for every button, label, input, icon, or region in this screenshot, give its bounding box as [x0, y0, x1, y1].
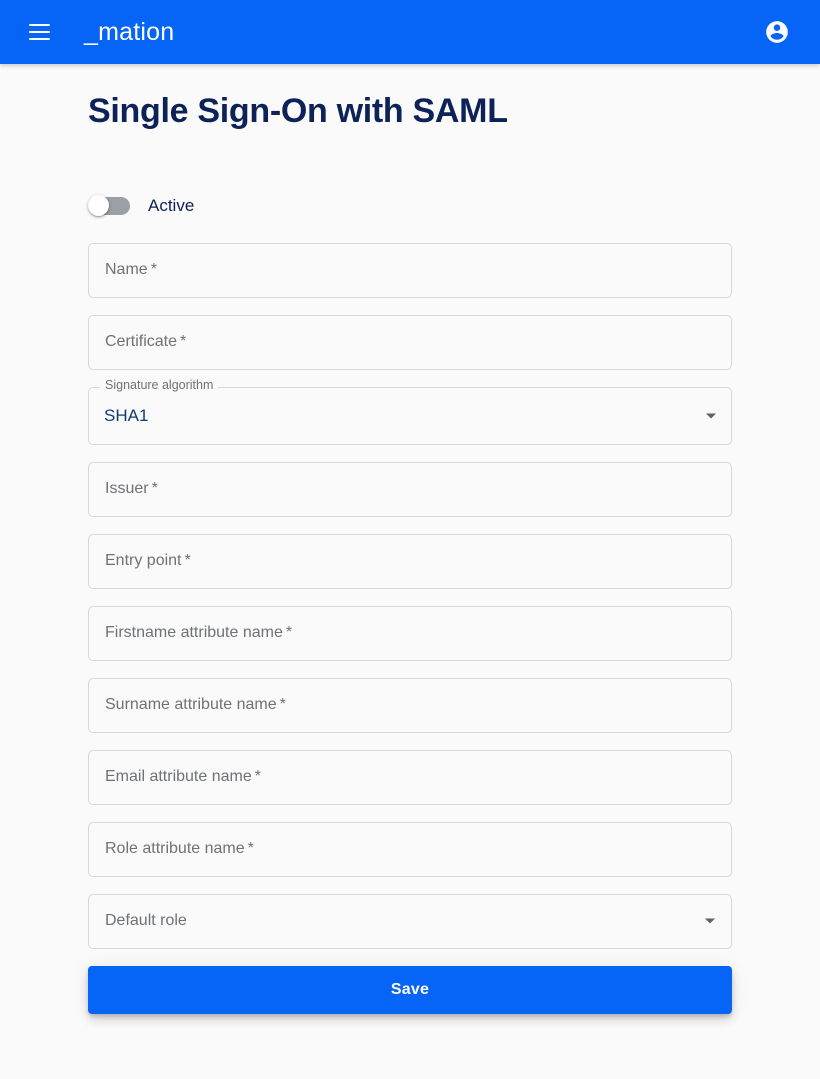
email-attribute-name-label: Email attribute name: [105, 768, 252, 785]
account-circle-icon[interactable]: [758, 13, 796, 51]
name-field-required-mark: *: [150, 261, 157, 278]
active-toggle-switch[interactable]: [88, 194, 132, 217]
signature-algorithm-outline: Signature algorithm: [88, 378, 732, 445]
surname-attribute-name-field[interactable]: Surname attribute name *: [88, 677, 732, 733]
surname-attribute-name-label: Surname attribute name: [105, 696, 277, 713]
email-attribute-name-placeholder: Email attribute name *: [105, 768, 261, 786]
certificate-field[interactable]: Certificate *: [88, 314, 732, 370]
signature-algorithm-select[interactable]: Signature algorithm SHA1: [88, 378, 732, 445]
save-button[interactable]: Save: [88, 965, 732, 1014]
hamburger-bar-3: [28, 38, 50, 40]
issuer-field-label: Issuer: [105, 480, 149, 497]
issuer-field-placeholder: Issuer *: [105, 480, 158, 498]
certificate-field-required-mark: *: [180, 333, 187, 350]
role-attribute-name-placeholder: Role attribute name *: [105, 840, 254, 858]
toggle-knob: [88, 194, 109, 216]
default-role-select[interactable]: Default role: [88, 893, 732, 949]
firstname-attribute-name-field[interactable]: Firstname attribute name *: [88, 605, 732, 661]
issuer-field[interactable]: Issuer *: [88, 461, 732, 517]
top-app-bar: _mation: [0, 0, 820, 64]
certificate-field-label: Certificate: [105, 333, 178, 350]
role-attribute-name-required-mark: *: [247, 840, 254, 857]
email-attribute-name-field[interactable]: Email attribute name *: [88, 749, 732, 805]
name-field-placeholder: Name *: [105, 261, 157, 279]
hamburger-menu-icon[interactable]: [22, 15, 56, 49]
entry-point-field-required-mark: *: [184, 552, 191, 569]
surname-attribute-name-required-mark: *: [279, 696, 286, 713]
name-field-label: Name: [105, 261, 148, 278]
chevron-down-icon[interactable]: [706, 413, 716, 418]
entry-point-field-label: Entry point: [105, 552, 182, 569]
name-field[interactable]: Name *: [88, 242, 732, 298]
active-toggle-label: Active: [148, 195, 195, 215]
role-attribute-name-label: Role attribute name: [105, 840, 245, 857]
surname-attribute-name-placeholder: Surname attribute name *: [105, 696, 286, 714]
entry-point-field[interactable]: Entry point *: [88, 533, 732, 589]
email-attribute-name-required-mark: *: [254, 768, 261, 785]
outline-trailing: [218, 386, 732, 445]
entry-point-field-placeholder: Entry point *: [105, 552, 191, 570]
firstname-attribute-name-placeholder: Firstname attribute name *: [105, 624, 292, 642]
page-content: Single Sign-On with SAML Active Name * Ce…: [0, 64, 820, 1079]
firstname-attribute-name-label: Firstname attribute name: [105, 624, 283, 641]
certificate-field-placeholder: Certificate *: [105, 333, 186, 351]
page-title: Single Sign-On with SAML: [88, 92, 508, 130]
default-role-placeholder: Default role: [105, 912, 187, 929]
chevron-down-icon[interactable]: [705, 918, 715, 924]
brand-logo[interactable]: _mation: [84, 19, 174, 45]
firstname-attribute-name-required-mark: *: [285, 624, 293, 641]
signature-algorithm-value: SHA1: [104, 405, 149, 425]
active-toggle-row: Active: [88, 194, 732, 217]
role-attribute-name-field[interactable]: Role attribute name *: [88, 821, 732, 877]
hamburger-bar-2: [28, 31, 50, 33]
hamburger-bar-1: [28, 24, 50, 26]
issuer-field-required-mark: *: [151, 480, 158, 497]
